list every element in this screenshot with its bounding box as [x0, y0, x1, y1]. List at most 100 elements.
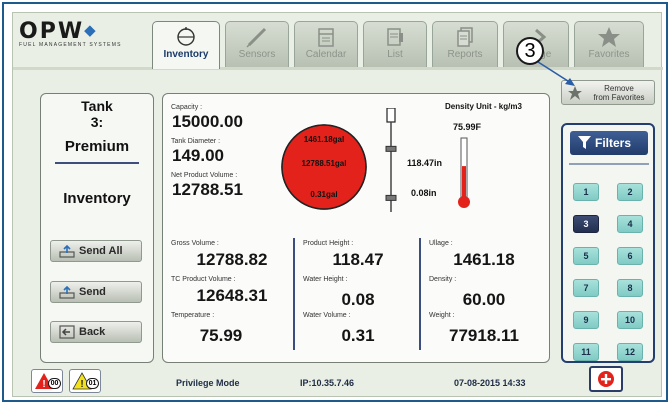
product-height-value: 118.47 [332, 250, 384, 269]
brand-name: OPW [19, 19, 85, 44]
level-slider [385, 108, 397, 212]
probe-icon [246, 27, 267, 48]
send-button[interactable]: Send [50, 281, 142, 303]
column-divider [419, 238, 421, 350]
opw-logo: OPW◆ FUEL MANAGEMENT SYSTEMS [19, 19, 141, 55]
tank-filter-6[interactable]: 6 [617, 247, 643, 265]
tank-filter-12[interactable]: 12 [617, 343, 643, 361]
tab-favorites[interactable]: Favorites [574, 21, 644, 67]
plus-circle-icon [598, 371, 614, 387]
back-icon [59, 325, 75, 339]
tab-label: Inventory [163, 49, 209, 60]
tank-icon [177, 27, 195, 46]
density-label: Density : [429, 276, 457, 283]
privilege-mode: Privilege Mode [176, 378, 240, 388]
tank-filter-4[interactable]: 4 [617, 215, 643, 233]
ullage-value: 1461.18 [453, 250, 515, 269]
slider-top-cap [386, 108, 396, 123]
brand-tagline: FUEL MANAGEMENT SYSTEMS [19, 42, 122, 48]
water-height-value: 0.08 [341, 290, 375, 309]
net-volume-value: 12788.51 [172, 180, 243, 199]
upload-icon [59, 285, 75, 299]
thermometer-fill [462, 166, 466, 198]
tank-filter-3[interactable]: 3 [573, 215, 599, 233]
water-volume-label: Water Volume : [303, 312, 351, 319]
upload-icon [59, 244, 75, 258]
tab-calendar[interactable]: Calendar [294, 21, 358, 67]
thermometer-icon [458, 137, 470, 208]
column-divider [293, 238, 295, 350]
weight-label: Weight : [429, 312, 455, 319]
filters-button[interactable]: Filters [570, 131, 648, 155]
tab-sensors[interactable]: Sensors [225, 21, 289, 67]
alarm-indicator[interactable]: ! 00 [31, 369, 63, 393]
reports-icon [457, 27, 473, 47]
tank-filter-11[interactable]: 11 [573, 343, 599, 361]
diameter-value: 149.00 [172, 146, 224, 165]
tab-inventory[interactable]: Inventory [152, 21, 220, 69]
remove-label-line1: Remove [604, 84, 634, 93]
back-label: Back [79, 326, 106, 338]
tank-filter-9[interactable]: 9 [573, 311, 599, 329]
product-level-marker [385, 145, 397, 152]
filters-panel: Filters 1 2 3 4 5 6 7 8 9 10 11 12 [561, 123, 655, 363]
send-all-label: Send All [79, 245, 123, 257]
list-icon [387, 28, 403, 46]
tab-reports[interactable]: Reports [432, 21, 498, 67]
ullage-gauge-text: 1461.18gal [304, 135, 344, 144]
tab-list[interactable]: List [363, 21, 427, 67]
product-level-text: 118.47in [407, 158, 443, 168]
gross-volume-label: Gross Volume : [171, 240, 219, 247]
tank-filter-7[interactable]: 7 [573, 279, 599, 297]
svg-text:!: ! [42, 379, 45, 390]
weight-value: 77918.11 [449, 326, 519, 345]
tank-gauge-console: OPW◆ FUEL MANAGEMENT SYSTEMS Inventory S… [12, 12, 663, 397]
capacity-label: Capacity : [171, 104, 203, 111]
tank-filter-5[interactable]: 5 [573, 247, 599, 265]
tank-filter-8[interactable]: 8 [617, 279, 643, 297]
tank-selector-panel: Tank 3: Premium Inventory Send All Send B… [40, 93, 154, 363]
density-unit: Density Unit - kg/m3 [445, 102, 522, 111]
diameter-label: Tank Diameter : [171, 138, 221, 145]
tab-label: Sensors [238, 49, 276, 60]
screenshot-frame: OPW◆ FUEL MANAGEMENT SYSTEMS Inventory S… [2, 2, 668, 402]
water-level-marker [385, 194, 397, 201]
send-label: Send [79, 286, 106, 298]
alarm-count: 00 [48, 378, 61, 389]
tc-volume-value: 12648.31 [196, 286, 268, 305]
warning-count: 01 [86, 378, 99, 389]
back-button[interactable]: Back [50, 321, 142, 343]
warning-indicator[interactable]: ! 01 [69, 369, 101, 393]
tank-filter-2[interactable]: 2 [617, 183, 643, 201]
water-level-text: 0.08in [411, 188, 437, 198]
filters-label: Filters [595, 136, 632, 150]
product-gauge-text: 12788.51gal [302, 159, 347, 168]
tank-filter-10[interactable]: 10 [617, 311, 643, 329]
tank-filter-1[interactable]: 1 [573, 183, 599, 201]
tank-number: 3: [90, 114, 104, 130]
water-gauge-text: 0.31gal [310, 190, 337, 199]
tab-label: Favorites [588, 49, 630, 60]
tab-label: Calendar [305, 49, 347, 60]
emergency-stop-button[interactable] [589, 366, 623, 392]
divider [55, 162, 139, 164]
tank-label: Tank [81, 98, 113, 114]
star-icon [598, 27, 620, 47]
calendar-icon [318, 28, 334, 47]
send-all-button[interactable]: Send All [50, 240, 142, 262]
callout-marker: 3 [516, 37, 544, 65]
temperature-label: Temperature : [171, 312, 215, 319]
ullage-label: Ullage : [429, 240, 453, 247]
tank-title: Tank 3: [41, 98, 153, 130]
temperature-reading: 75.99F [453, 122, 482, 132]
product-height-label: Product Height : [303, 240, 354, 247]
mode-label: Inventory [63, 190, 131, 207]
capacity-value: 15000.00 [172, 112, 243, 131]
remove-label-line2: from Favorites [593, 93, 645, 102]
product-name: Premium [64, 138, 130, 155]
svg-text:!: ! [80, 379, 83, 390]
water-volume-value: 0.31 [341, 326, 375, 345]
temperature-value: 75.99 [199, 326, 243, 345]
tank-details-panel: Capacity : 15000.00 Tank Diameter : 149.… [162, 93, 550, 363]
net-volume-label: Net Product Volume : [171, 172, 238, 179]
